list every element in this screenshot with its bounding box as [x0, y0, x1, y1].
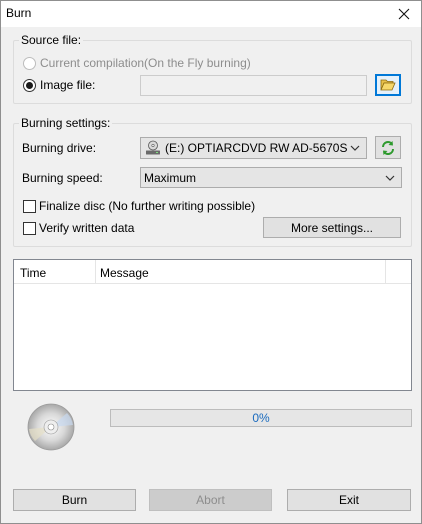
column-header-message[interactable]: Message	[96, 260, 386, 284]
abort-button[interactable]: Abort	[149, 489, 272, 511]
burn-dialog: Burn Source file: Current compilation(On…	[0, 0, 422, 524]
refresh-drives-button[interactable]	[375, 136, 401, 159]
radio-circle[interactable]	[23, 56, 36, 70]
checkbox-box[interactable]	[23, 221, 36, 235]
verify-data-label: Verify written data	[39, 221, 135, 235]
burning-drive-value: (E:) OPTIARCDVD RW AD-5670S	[165, 141, 348, 155]
burn-progress-bar: 0%	[110, 409, 412, 427]
close-icon	[398, 8, 410, 20]
title-bar: Burn	[1, 1, 421, 27]
radio-current-compilation-label: Current compilation(On the Fly burning)	[40, 56, 251, 70]
cd-drive-icon	[146, 140, 160, 155]
burning-drive-select[interactable]: (E:) OPTIARCDVD RW AD-5670S	[140, 137, 367, 159]
radio-image-file[interactable]: Image file:	[23, 78, 95, 92]
chevron-down-icon	[385, 175, 395, 181]
exit-button[interactable]: Exit	[287, 489, 411, 511]
log-header: Time Message	[14, 260, 411, 284]
finalize-disc-checkbox[interactable]: Finalize disc (No further writing possib…	[23, 199, 255, 213]
refresh-icon	[382, 140, 394, 155]
optical-disc-icon	[27, 403, 75, 451]
burning-speed-select[interactable]: Maximum	[140, 167, 402, 188]
image-file-path-input[interactable]	[140, 75, 367, 96]
more-settings-button[interactable]: More settings...	[263, 217, 401, 238]
column-header-time[interactable]: Time	[14, 260, 96, 284]
burning-speed-value: Maximum	[144, 170, 197, 185]
source-file-label: Source file:	[19, 33, 84, 47]
finalize-disc-label: Finalize disc (No further writing possib…	[39, 199, 256, 213]
progress-text: 0%	[252, 411, 270, 425]
burning-speed-label: Burning speed:	[22, 171, 103, 185]
radio-image-file-label: Image file:	[40, 78, 96, 92]
folder-open-icon	[380, 79, 396, 91]
browse-button[interactable]	[375, 74, 401, 96]
log-list[interactable]: Time Message	[13, 259, 412, 391]
verify-data-checkbox[interactable]: Verify written data	[23, 221, 134, 235]
burning-drive-label: Burning drive:	[22, 141, 97, 155]
burning-settings-label: Burning settings:	[19, 116, 113, 130]
radio-circle[interactable]	[23, 78, 36, 92]
burn-button[interactable]: Burn	[13, 489, 136, 511]
radio-current-compilation[interactable]: Current compilation(On the Fly burning)	[23, 56, 251, 70]
chevron-down-icon	[350, 145, 360, 151]
checkbox-box[interactable]	[23, 199, 36, 213]
close-button[interactable]	[387, 1, 421, 27]
window-title: Burn	[6, 6, 32, 20]
